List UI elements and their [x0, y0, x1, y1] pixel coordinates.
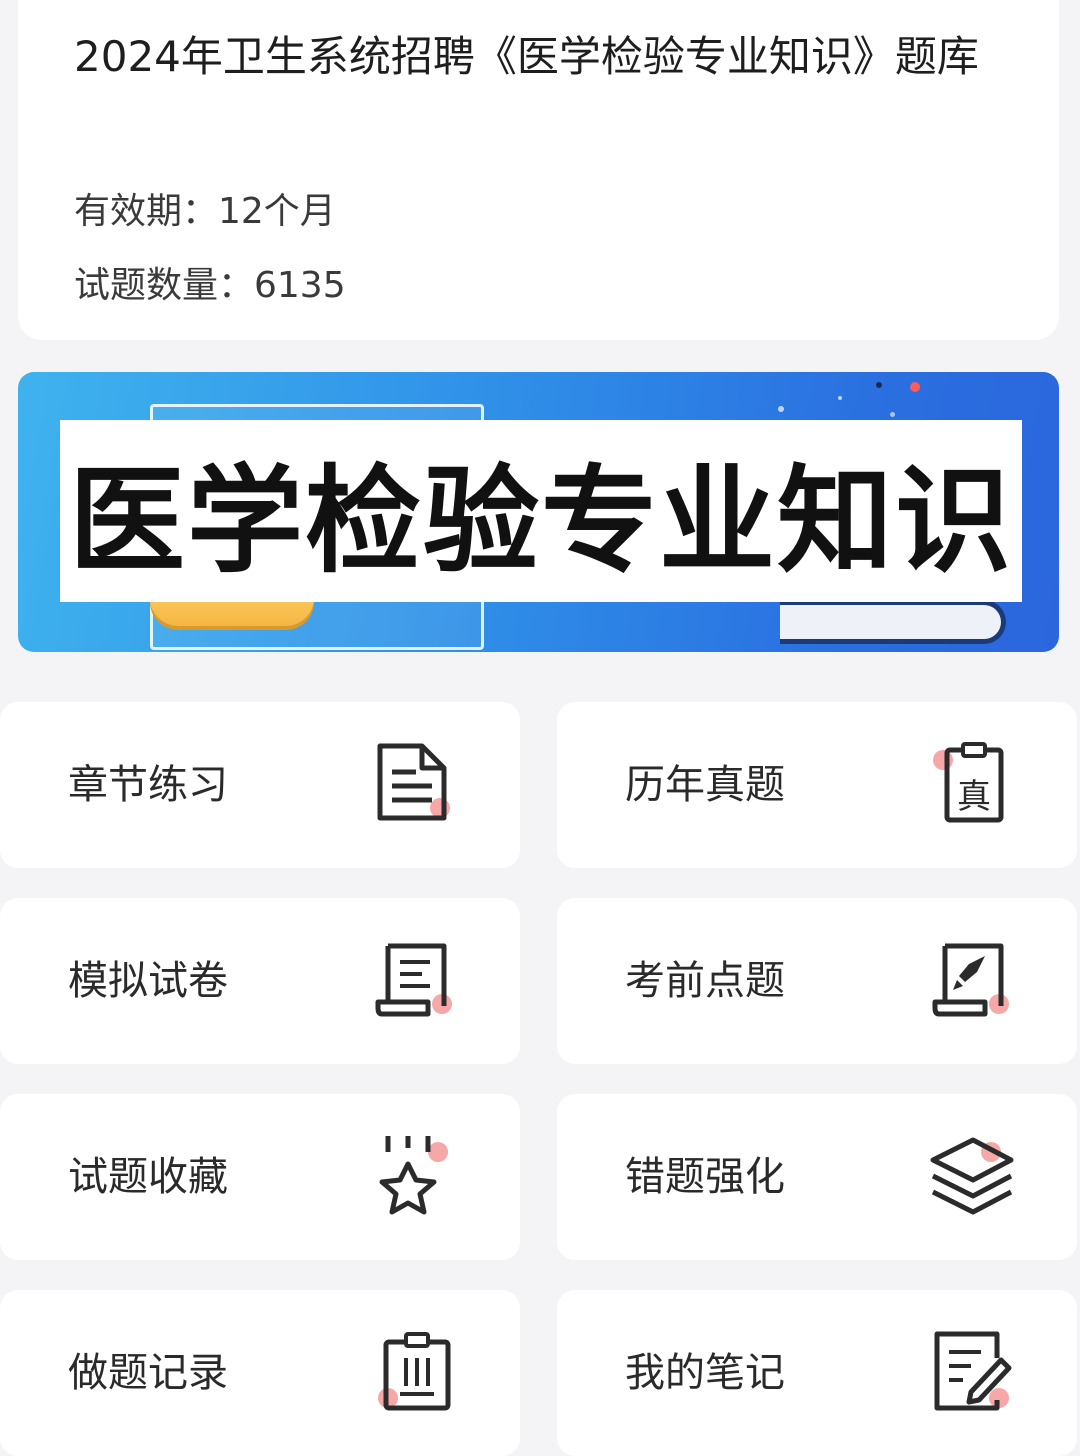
menu-item-past-exams[interactable]: 历年真题 真 [557, 702, 1077, 868]
rocket-scroll-icon [932, 943, 1009, 1017]
menu-item-label: 做题记录 [68, 1350, 228, 1396]
menu-item-practice-history[interactable]: 做题记录 [0, 1290, 520, 1456]
question-count-text: 试题数量：6135 [74, 265, 346, 306]
menu-item-chapter-practice[interactable]: 章节练习 [0, 702, 520, 868]
document-icon [377, 743, 450, 821]
subject-banner[interactable]: 医学检验专业知识 [18, 372, 1059, 652]
menu-item-label: 我的笔记 [625, 1350, 785, 1396]
menu-item-pre-exam-tips[interactable]: 考前点题 [557, 898, 1077, 1064]
svg-text:真: 真 [957, 777, 991, 817]
menu-item-favorites[interactable]: 试题收藏 [0, 1094, 520, 1260]
note-pencil-icon [934, 1331, 1012, 1411]
banner-sparkle [838, 396, 842, 400]
validity-text: 有效期：12个月 [74, 191, 336, 232]
menu-item-wrong-questions[interactable]: 错题强化 [557, 1094, 1077, 1260]
menu-item-label: 试题收藏 [68, 1154, 228, 1200]
banner-subject-label: 医学检验专业知识 [60, 420, 1022, 602]
menu-item-label: 章节练习 [68, 762, 228, 808]
banner-sparkle [910, 382, 920, 392]
banner-sparkle [778, 406, 784, 412]
layers-icon [930, 1137, 1014, 1215]
clipboard-zhen-icon: 真 [933, 742, 1004, 823]
banner-sparkle [890, 412, 895, 417]
banner-sparkle [876, 382, 882, 388]
scroll-icon [375, 943, 452, 1017]
banner-book-illustration [780, 600, 1006, 644]
menu-item-my-notes[interactable]: 我的笔记 [557, 1290, 1077, 1456]
product-info-card: 2024年卫生系统招聘《医学检验专业知识》题库 有效期：12个月 试题数量：61… [18, 0, 1059, 340]
menu-item-label: 模拟试卷 [68, 958, 228, 1004]
menu-item-label: 考前点题 [625, 958, 785, 1004]
clipboard-list-icon [378, 1332, 451, 1411]
star-icon [379, 1136, 448, 1215]
menu-item-label: 历年真题 [625, 762, 785, 808]
menu-item-label: 错题强化 [625, 1154, 785, 1200]
banner-subject-text: 医学检验专业知识 [69, 453, 1013, 589]
product-title: 2024年卫生系统招聘《医学检验专业知识》题库 [74, 32, 979, 81]
menu-item-mock-exam[interactable]: 模拟试卷 [0, 898, 520, 1064]
